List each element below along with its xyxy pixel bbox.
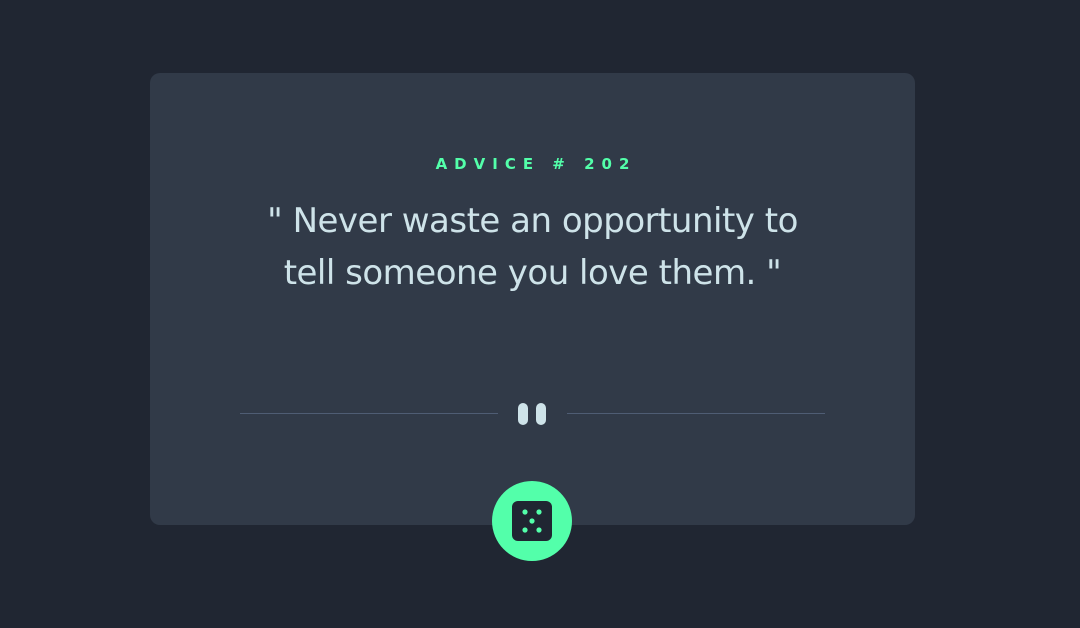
- advice-id-label: ADVICE # 202: [435, 155, 637, 173]
- advice-card: ADVICE # 202 " Never waste an opportunit…: [150, 73, 915, 525]
- dice-icon: [512, 501, 552, 541]
- divider-line-right: [567, 413, 825, 414]
- divider: [240, 401, 825, 427]
- pause-icon: [518, 403, 548, 425]
- new-advice-button[interactable]: [492, 481, 572, 561]
- advice-quote: " Never waste an opportunity to tell som…: [267, 201, 798, 293]
- divider-line-left: [240, 413, 498, 414]
